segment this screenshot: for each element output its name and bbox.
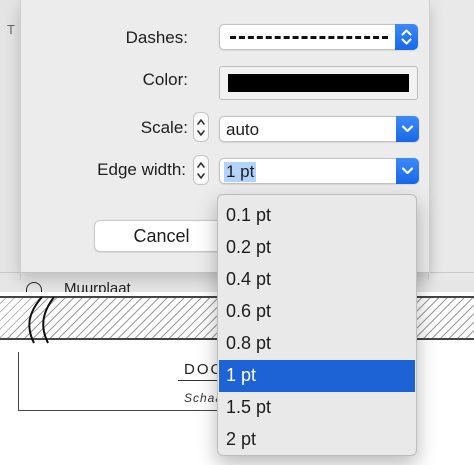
menu-item[interactable]: 0.2 pt [219,232,415,264]
scale-value: auto [226,120,260,139]
left-panel-letter: T [7,22,15,37]
drawing-frame-bottom [18,410,218,411]
menu-item-selected[interactable]: 1 pt [219,360,415,392]
stepper-down-icon[interactable] [197,171,205,181]
edge-width-label: Edge width: [97,160,186,179]
scale-label: Scale: [140,118,188,137]
popup-button[interactable] [396,158,419,184]
scale-stepper[interactable] [193,112,209,142]
cancel-button-label: Cancel [133,226,190,246]
cancel-button[interactable]: Cancel [94,220,229,252]
menu-item[interactable]: 2 pt [219,424,415,456]
chevron-updown-icon [401,29,412,45]
menu-item[interactable]: 0.4 pt [219,264,415,296]
right-panel-strip [428,0,474,280]
edge-width-value: 1 pt [226,162,255,181]
scale-popup[interactable]: auto [219,116,419,142]
dashes-popup[interactable] [219,24,418,50]
edge-width-menu: 0.1 pt 0.2 pt 0.4 pt 0.6 pt 0.8 pt 1 pt … [217,194,417,456]
edge-width-selection: 1 pt [224,162,257,182]
color-well[interactable] [219,66,418,100]
door-swing-curves [28,296,55,344]
menu-item[interactable]: 0.1 pt [219,200,415,232]
chevron-down-icon [401,125,414,133]
menu-item[interactable]: 1.5 pt [219,392,415,424]
dash-pattern-preview [230,36,388,39]
color-swatch [228,74,409,92]
color-label: Color: [142,70,188,89]
stepper-up-icon[interactable] [197,160,205,170]
dashes-label: Dashes: [125,28,188,47]
popup-button[interactable] [396,116,419,142]
stepper-up-icon[interactable] [197,117,205,127]
left-panel-strip: T [0,0,21,280]
menu-item[interactable]: 0.8 pt [219,328,415,360]
edge-width-popup[interactable]: 1 pt [219,158,419,184]
edge-width-stepper[interactable] [193,155,209,185]
chevron-down-icon [401,167,414,175]
menu-item[interactable]: 0.6 pt [219,296,415,328]
popup-button[interactable] [395,24,418,50]
stepper-down-icon[interactable] [197,128,205,138]
drawing-frame-left [18,352,19,410]
